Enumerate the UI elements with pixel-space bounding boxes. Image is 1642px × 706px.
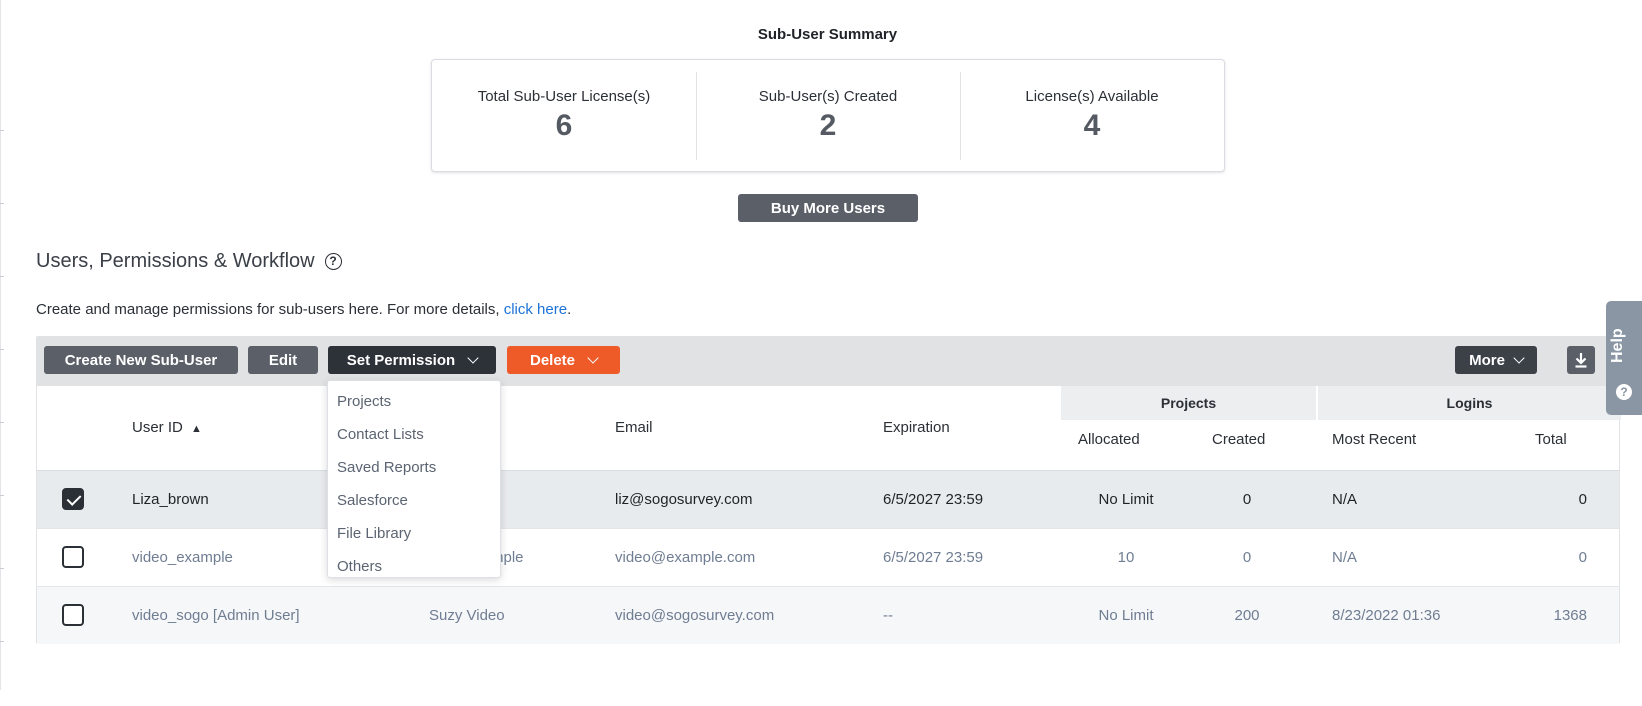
- summary-users-created: Sub-User(s) Created 2: [696, 60, 960, 171]
- cell-most-recent: N/A: [1332, 549, 1358, 566]
- left-panel-tick: [0, 568, 4, 569]
- cell-allocated: 10: [1117, 549, 1135, 566]
- summary-value: 6: [555, 109, 573, 142]
- section-description: Create and manage permissions for sub-us…: [36, 301, 571, 318]
- column-header-total[interactable]: Total: [1535, 431, 1567, 448]
- create-new-sub-user-button[interactable]: Create New Sub-User: [44, 346, 238, 374]
- summary-label: License(s) Available: [1025, 88, 1159, 105]
- download-button[interactable]: [1567, 346, 1595, 374]
- section-title: Users, Permissions & Workflow ?: [36, 250, 342, 273]
- chevron-down-icon: [467, 351, 479, 364]
- edit-button-label: Edit: [268, 351, 298, 369]
- help-tab-label: Help: [1609, 328, 1626, 363]
- row-checkbox[interactable]: [62, 488, 84, 510]
- group-header-projects: Projects: [1061, 386, 1316, 420]
- delete-button[interactable]: Delete: [507, 346, 620, 374]
- cell-expiration: 6/5/2027 23:59: [883, 549, 984, 566]
- column-header-most-recent[interactable]: Most Recent: [1332, 431, 1416, 448]
- left-panel-tick: [0, 130, 4, 131]
- cell-total: 0: [1578, 549, 1587, 566]
- table-row[interactable]: video_sogo [Admin User] Suzy Video video…: [37, 587, 1619, 644]
- left-panel-tick: [0, 641, 4, 642]
- delete-button-label: Delete: [529, 351, 576, 369]
- set-permission-label: Set Permission: [346, 351, 456, 369]
- dropdown-item-projects[interactable]: Projects: [328, 385, 500, 418]
- dropdown-item-others[interactable]: Others: [328, 550, 500, 583]
- cell-expiration: --: [883, 607, 893, 624]
- left-panel-tick: [0, 422, 4, 423]
- left-panel-tick: [0, 276, 4, 277]
- table-toolbar: Create New Sub-User Edit Set Permission …: [36, 336, 1620, 386]
- cell-user-id[interactable]: Liza_brown: [132, 471, 209, 528]
- question-icon: ?: [1616, 384, 1632, 400]
- left-panel-tick: [0, 203, 4, 204]
- dropdown-item-file-library[interactable]: File Library: [328, 517, 500, 550]
- description-end: .: [567, 301, 572, 318]
- column-header-user-id[interactable]: User ID ▲: [132, 419, 202, 436]
- edit-button[interactable]: Edit: [248, 346, 318, 374]
- help-circle-icon[interactable]: ?: [324, 253, 342, 270]
- section-title-text: Users, Permissions & Workflow: [36, 250, 315, 272]
- set-permission-button[interactable]: Set Permission: [328, 346, 496, 374]
- buy-more-users-button[interactable]: Buy More Users: [738, 194, 918, 222]
- row-checkbox[interactable]: [62, 604, 84, 626]
- cell-email: liz@sogosurvey.com: [615, 491, 753, 508]
- left-panel-tick: [0, 495, 4, 496]
- cell-user-id[interactable]: video_example: [132, 529, 233, 586]
- sort-ascending-icon: ▲: [191, 423, 202, 435]
- table-row[interactable]: Liza_brown n liz@sogosurvey.com 6/5/2027…: [37, 471, 1619, 528]
- dropdown-item-salesforce[interactable]: Salesforce: [328, 484, 500, 517]
- cell-name: Suzy Video: [429, 607, 505, 624]
- cell-total: 1368: [1553, 607, 1587, 624]
- cell-email: video@sogosurvey.com: [615, 607, 775, 624]
- summary-value: 4: [1083, 109, 1101, 142]
- dropdown-item-saved-reports[interactable]: Saved Reports: [328, 451, 500, 484]
- set-permission-dropdown: Projects Contact Lists Saved Reports Sal…: [327, 380, 501, 578]
- column-header-expiration[interactable]: Expiration: [883, 419, 950, 436]
- row-checkbox[interactable]: [62, 546, 84, 568]
- column-header-allocated[interactable]: Allocated: [1078, 431, 1140, 448]
- click-here-link[interactable]: click here: [504, 301, 567, 318]
- left-panel-edge: [0, 0, 1, 690]
- summary-value: 2: [819, 109, 837, 142]
- chevron-down-icon: [587, 351, 599, 364]
- cell-total: 0: [1578, 491, 1587, 508]
- cell-most-recent: N/A: [1332, 491, 1358, 508]
- chevron-down-icon: [1513, 351, 1525, 364]
- group-header-logins: Logins: [1318, 386, 1621, 420]
- summary-card: Total Sub-User License(s) 6 Sub-User(s) …: [431, 59, 1225, 172]
- table-row[interactable]: video_example mple video@example.com 6/5…: [37, 529, 1619, 586]
- cell-expiration: 6/5/2027 23:59: [883, 491, 984, 508]
- cell-created: 0: [1242, 549, 1252, 566]
- summary-title: Sub-User Summary: [757, 26, 898, 43]
- create-button-label: Create New Sub-User: [64, 351, 218, 369]
- cell-user-id[interactable]: video_sogo [Admin User]: [132, 587, 300, 644]
- cell-most-recent: 8/23/2022 01:36: [1332, 607, 1441, 624]
- more-button-label: More: [1469, 351, 1505, 369]
- summary-total-licenses: Total Sub-User License(s) 6: [432, 60, 696, 171]
- summary-label: Sub-User(s) Created: [758, 88, 898, 105]
- left-panel-tick: [0, 349, 4, 350]
- summary-licenses-available: License(s) Available 4: [960, 60, 1224, 171]
- description-text: Create and manage permissions for sub-us…: [36, 301, 504, 318]
- dropdown-item-contact-lists[interactable]: Contact Lists: [328, 418, 500, 451]
- cell-email: video@example.com: [615, 549, 756, 566]
- column-header-created[interactable]: Created: [1212, 431, 1265, 448]
- cell-created: 200: [1234, 607, 1260, 624]
- help-side-tab[interactable]: Help ?: [1606, 301, 1642, 415]
- download-icon: [1575, 353, 1587, 368]
- sub-users-table: Projects Logins User ID ▲ Email Expirati…: [36, 386, 1621, 644]
- cell-allocated: No Limit: [1098, 491, 1154, 508]
- more-button[interactable]: More: [1455, 346, 1537, 374]
- cell-created: 0: [1242, 491, 1252, 508]
- cell-allocated: No Limit: [1098, 607, 1154, 624]
- column-header-email[interactable]: Email: [615, 419, 653, 436]
- summary-label: Total Sub-User License(s): [477, 88, 651, 105]
- user-id-header-label: User ID: [132, 419, 183, 436]
